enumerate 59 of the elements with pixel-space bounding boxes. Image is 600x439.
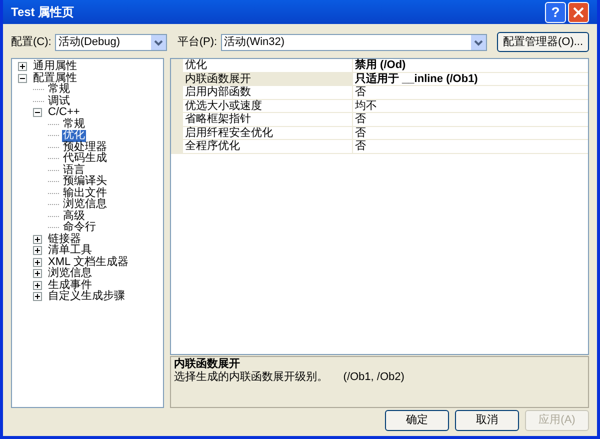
property-value[interactable]: 否: [353, 126, 588, 139]
config-label: 配置(C):: [11, 34, 52, 50]
dialog-button[interactable]: 取消: [455, 410, 519, 431]
description-text: 选择生成的内联函数展开级别。 (/Ob1, /Ob2): [174, 371, 406, 384]
tree-item[interactable]: 浏览信息: [62, 199, 108, 210]
tree-item[interactable]: 预编译头: [62, 176, 108, 188]
close-button[interactable]: [568, 2, 589, 22]
platform-dropdown[interactable]: 活动(Win32): [221, 34, 487, 50]
window-title: Test 属性页: [11, 4, 76, 21]
tree-item[interactable]: 浏览信息: [47, 268, 93, 280]
expand-icon[interactable]: [33, 234, 42, 244]
tree-item[interactable]: 常规: [62, 118, 86, 130]
platform-value: 活动(Win32): [223, 34, 286, 50]
tree-item[interactable]: 高级: [62, 210, 86, 222]
tree-item[interactable]: 生成事件: [47, 280, 93, 291]
tree-item[interactable]: XML 文档生成器: [47, 256, 130, 268]
help-button[interactable]: ?: [545, 2, 566, 22]
tree-item[interactable]: 命令行: [62, 222, 97, 234]
property-name[interactable]: 全程序优化: [183, 140, 353, 152]
property-value[interactable]: 否: [353, 140, 588, 152]
tree-item[interactable]: C/C++: [47, 107, 81, 118]
property-name[interactable]: 省略框架指针: [183, 113, 353, 126]
expand-icon[interactable]: [33, 269, 42, 278]
tree-item[interactable]: 预处理器: [62, 142, 108, 153]
property-name[interactable]: 内联函数展开: [183, 72, 353, 85]
tree-item[interactable]: 调试: [47, 96, 71, 107]
expand-icon[interactable]: [33, 292, 42, 302]
tree-item[interactable]: 链接器: [47, 234, 82, 245]
property-name[interactable]: 启用内部函数: [183, 86, 353, 98]
property-value[interactable]: 只适用于 __inline (/Ob1): [353, 72, 588, 85]
property-value[interactable]: 否: [353, 113, 588, 126]
tree-item[interactable]: 配置属性: [32, 72, 78, 84]
property-name[interactable]: 优化: [183, 59, 353, 72]
dialog-button[interactable]: 确定: [385, 410, 449, 431]
description-title: 内联函数展开: [174, 358, 241, 371]
tree-item[interactable]: 清单工具: [47, 245, 93, 256]
config-dropdown[interactable]: 活动(Debug): [55, 34, 168, 50]
platform-label: 平台(P):: [177, 34, 218, 50]
tree-item[interactable]: 代码生成: [62, 153, 108, 164]
property-value[interactable]: 禁用 (/Od): [353, 59, 588, 72]
expand-icon[interactable]: [33, 280, 42, 290]
tree-item[interactable]: 语言: [62, 164, 86, 176]
property-value[interactable]: 均不: [353, 100, 588, 112]
close-icon: [573, 6, 584, 18]
tree-item[interactable]: 输出文件: [62, 188, 108, 199]
tree-item[interactable]: 常规: [47, 84, 71, 96]
tree-item[interactable]: 自定义生成步骤: [47, 291, 126, 302]
expand-icon[interactable]: [18, 62, 27, 72]
tree-item[interactable]: 通用属性: [32, 61, 78, 72]
config-manager-button[interactable]: 配置管理器(O)...: [497, 32, 589, 52]
tree-item[interactable]: 优化: [62, 130, 86, 142]
collapse-icon[interactable]: [33, 108, 42, 118]
property-name[interactable]: 启用纤程安全优化: [183, 126, 353, 139]
property-name[interactable]: 优选大小或速度: [183, 100, 353, 112]
expand-icon[interactable]: [33, 246, 42, 256]
expand-icon[interactable]: [33, 258, 42, 267]
collapse-icon[interactable]: [18, 74, 27, 83]
property-value[interactable]: 否: [353, 86, 588, 98]
config-value: 活动(Debug): [57, 34, 122, 50]
